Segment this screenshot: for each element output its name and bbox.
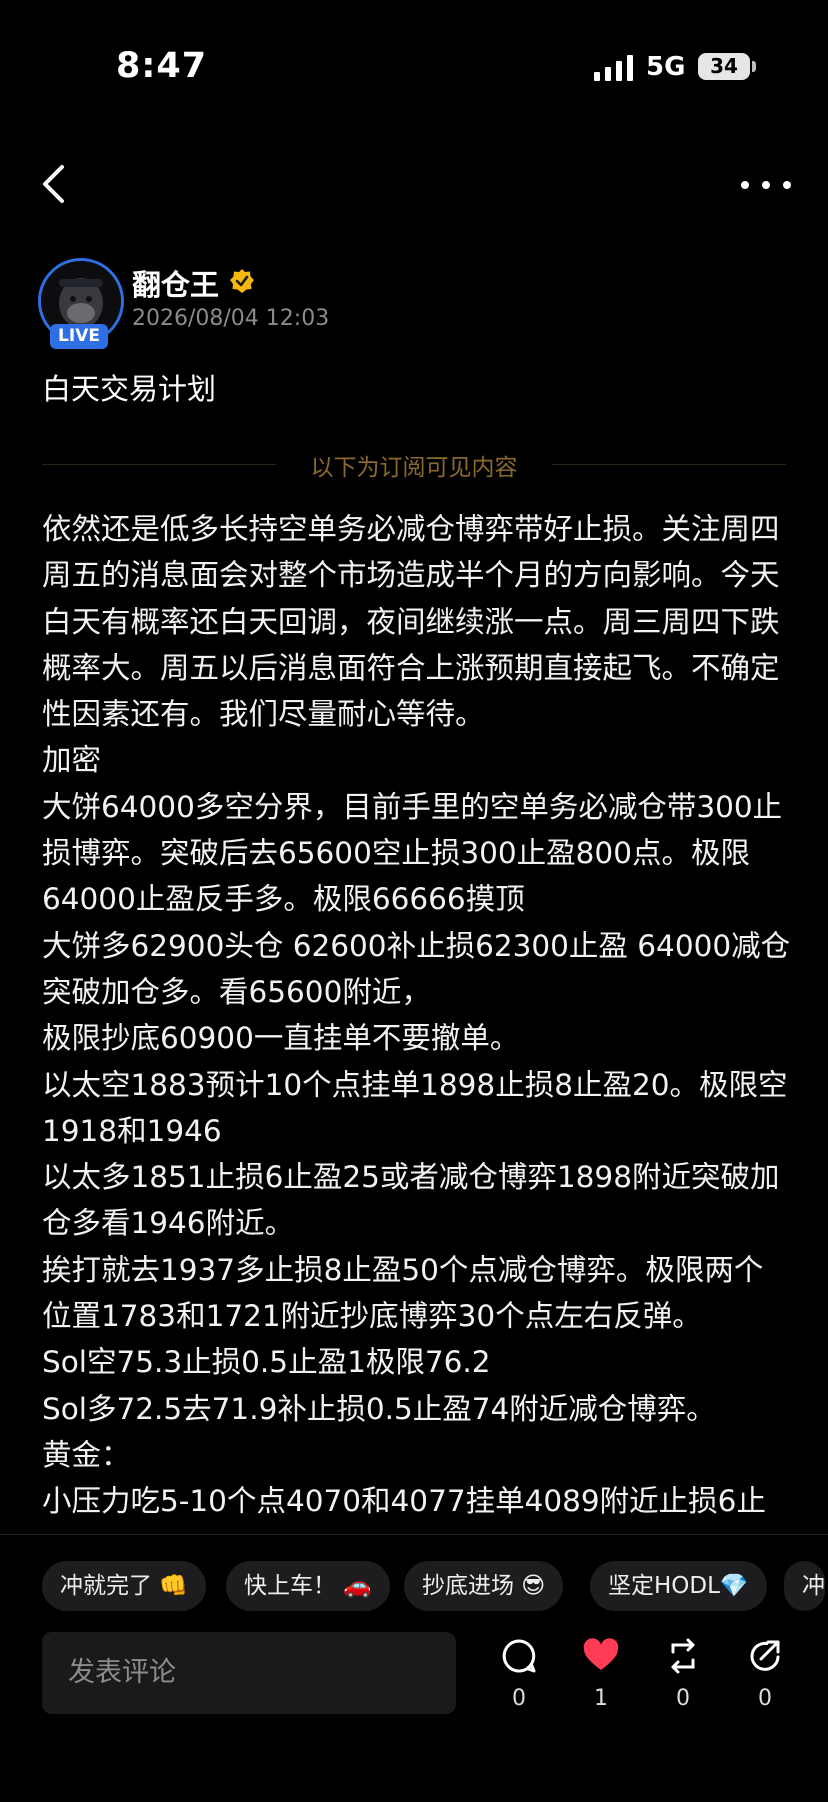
network-type: 5G (646, 52, 686, 82)
battery-icon: 34 (698, 53, 750, 80)
quick-reply-chip[interactable]: 抄底进场 😎 (404, 1561, 564, 1611)
paragraph: 大饼64000多空分界，目前手里的空单务必减仓带300止损博弈。突破后去6560… (42, 789, 783, 917)
paragraph: 以太空1883预计10个点挂单1898止损8止盈20。极限空1918和1946 (42, 1067, 788, 1148)
paragraph: 黄金： (42, 1437, 131, 1472)
divider-right (552, 464, 786, 465)
paragraph: 挨打就去1937多止损8止盈50个点减仓博弈。极限两个位置1783和1721附近… (42, 1252, 764, 1334)
cellular-signal-icon (594, 55, 634, 81)
subscription-divider-text: 以下为订阅可见内容 (310, 455, 518, 481)
status-time: 8:47 (116, 46, 208, 86)
quick-reply-chip[interactable]: 冲就完了 👊 (42, 1561, 206, 1611)
quick-reply-chip[interactable]: 冲 (784, 1561, 825, 1611)
paragraph: Sol多72.5去71.9补止损0.5止盈74附近减仓博弈。 (42, 1391, 716, 1426)
share-count: 0 (758, 1686, 772, 1711)
repost-count: 0 (676, 1686, 690, 1711)
author-name[interactable]: 翻仓王 (132, 262, 219, 304)
heart-icon[interactable] (583, 1638, 619, 1674)
paragraph: 依然还是低多长持空单务必减仓博弈带好止损。关注周四周五的消息面会对整个市场造成半… (42, 512, 780, 732)
post-content: 依然还是低多长持空单务必减仓博弈带好止损。关注周四周五的消息面会对整个市场造成半… (42, 506, 792, 1571)
post-title: 白天交易计划 (42, 372, 217, 406)
battery-tip (752, 61, 756, 72)
paragraph: Sol空75.3止损0.5止盈1极限76.2 (42, 1345, 491, 1380)
more-options-icon[interactable] (740, 180, 792, 190)
like-count: 1 (594, 1686, 608, 1711)
paragraph: 加密 (42, 743, 102, 778)
back-arrow-icon[interactable] (40, 164, 66, 204)
paragraph: 极限抄底60900一直挂单不要撤单。 (42, 1021, 520, 1056)
comment-icon[interactable] (501, 1638, 537, 1674)
share-icon[interactable] (747, 1638, 783, 1674)
live-badge: LIVE (50, 324, 108, 349)
post-timestamp: 2026/08/04 12:03 (132, 306, 330, 331)
quick-reply-chip[interactable]: 快上车！ 🚗 (226, 1561, 390, 1611)
comment-input[interactable]: 发表评论 (42, 1632, 456, 1714)
paragraph: 以太多1851止损6止盈25或者减仓博弈1898附近突破加仓多看1946附近。 (42, 1160, 780, 1241)
paragraph: 大饼多62900头仓 62600补止损62300止盈 64000减仓突破加仓多。… (42, 928, 791, 1009)
comment-count: 0 (512, 1686, 526, 1711)
verified-badge-icon (230, 269, 254, 293)
repost-icon[interactable] (665, 1638, 701, 1674)
quick-reply-chip[interactable]: 坚定HODL💎 (590, 1561, 767, 1611)
